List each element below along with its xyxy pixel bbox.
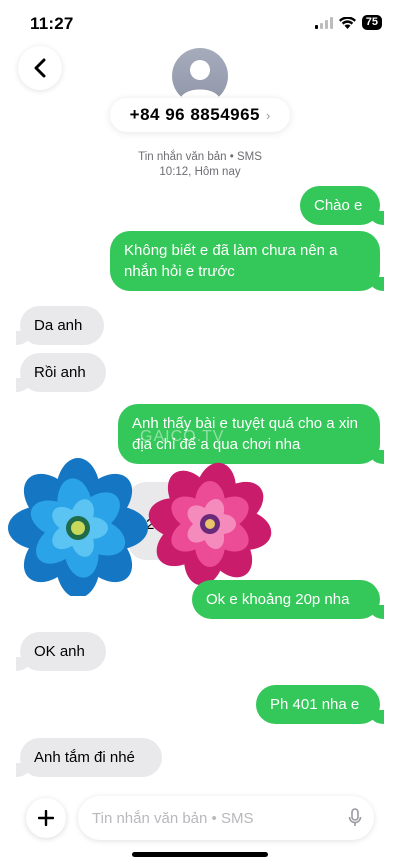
message-bubble-in[interactable]: OK anh (16, 632, 106, 671)
battery-icon: 75 (361, 15, 382, 30)
status-time: 11:27 (30, 14, 74, 33)
signal-icon (314, 16, 333, 29)
message-text: Da anh (34, 317, 83, 334)
message-text: Chào e (314, 197, 363, 214)
message-bubble-out[interactable]: Ph 401 nha e (256, 685, 384, 724)
status-icons: 75 (314, 15, 382, 30)
composer-bar (0, 790, 400, 850)
back-icon (34, 58, 46, 78)
message-text: Anh tắm đi nhé (34, 749, 135, 766)
meta-time: 10:12, Hôm nay (159, 166, 241, 178)
contact-number: +84 96 8854965 (129, 105, 261, 124)
message-text: Ph 401 nha e (270, 696, 360, 713)
contact-avatar[interactable] (172, 48, 228, 104)
status-bar: 11:27 75 (0, 0, 400, 44)
message-text: OK anh (34, 643, 85, 660)
avatar-person-icon (180, 60, 220, 100)
mic-icon[interactable] (348, 808, 362, 828)
message-text: Ok e khoảng 20p nha (206, 591, 350, 608)
contact-pill[interactable]: +84 96 8854965 › (110, 98, 290, 132)
plus-icon (38, 810, 54, 826)
message-bubble-in[interactable]: Da anh (16, 306, 104, 345)
conversation-meta: Tin nhắn văn bản • SMS 10:12, Hôm nay (0, 150, 400, 180)
message-bubble-out[interactable]: Anh thấy bài e tuyệt quá cho a xin địa c… (118, 404, 384, 464)
message-text: Anh thấy bài e tuyệt quá cho a xin địa c… (132, 415, 358, 453)
meta-service: Tin nhắn văn bản • SMS (138, 151, 262, 163)
message-input-container[interactable] (78, 796, 374, 840)
message-text: Không biết e đã làm chưa nên a nhắn hỏi … (124, 242, 338, 280)
message-bubble-out[interactable]: Chào e (300, 186, 384, 225)
chevron-right-icon: › (266, 107, 271, 123)
message-text: Rồi anh (34, 364, 86, 381)
home-indicator (132, 852, 268, 857)
message-bubble-out[interactable]: Ok e khoảng 20p nha (192, 580, 384, 619)
message-input[interactable] (92, 809, 332, 827)
message-bubble-in[interactable]: Rồi anh (16, 353, 106, 392)
wifi-icon (338, 16, 356, 29)
message-bubble-out[interactable]: Không biết e đã làm chưa nên a nhắn hỏi … (110, 231, 384, 291)
pink-flower-sticker (148, 462, 272, 586)
back-button[interactable] (18, 46, 62, 90)
blue-flower-sticker (8, 458, 148, 596)
message-bubble-in[interactable]: Anh tắm đi nhé (16, 738, 162, 777)
add-attachment-button[interactable] (26, 798, 66, 838)
